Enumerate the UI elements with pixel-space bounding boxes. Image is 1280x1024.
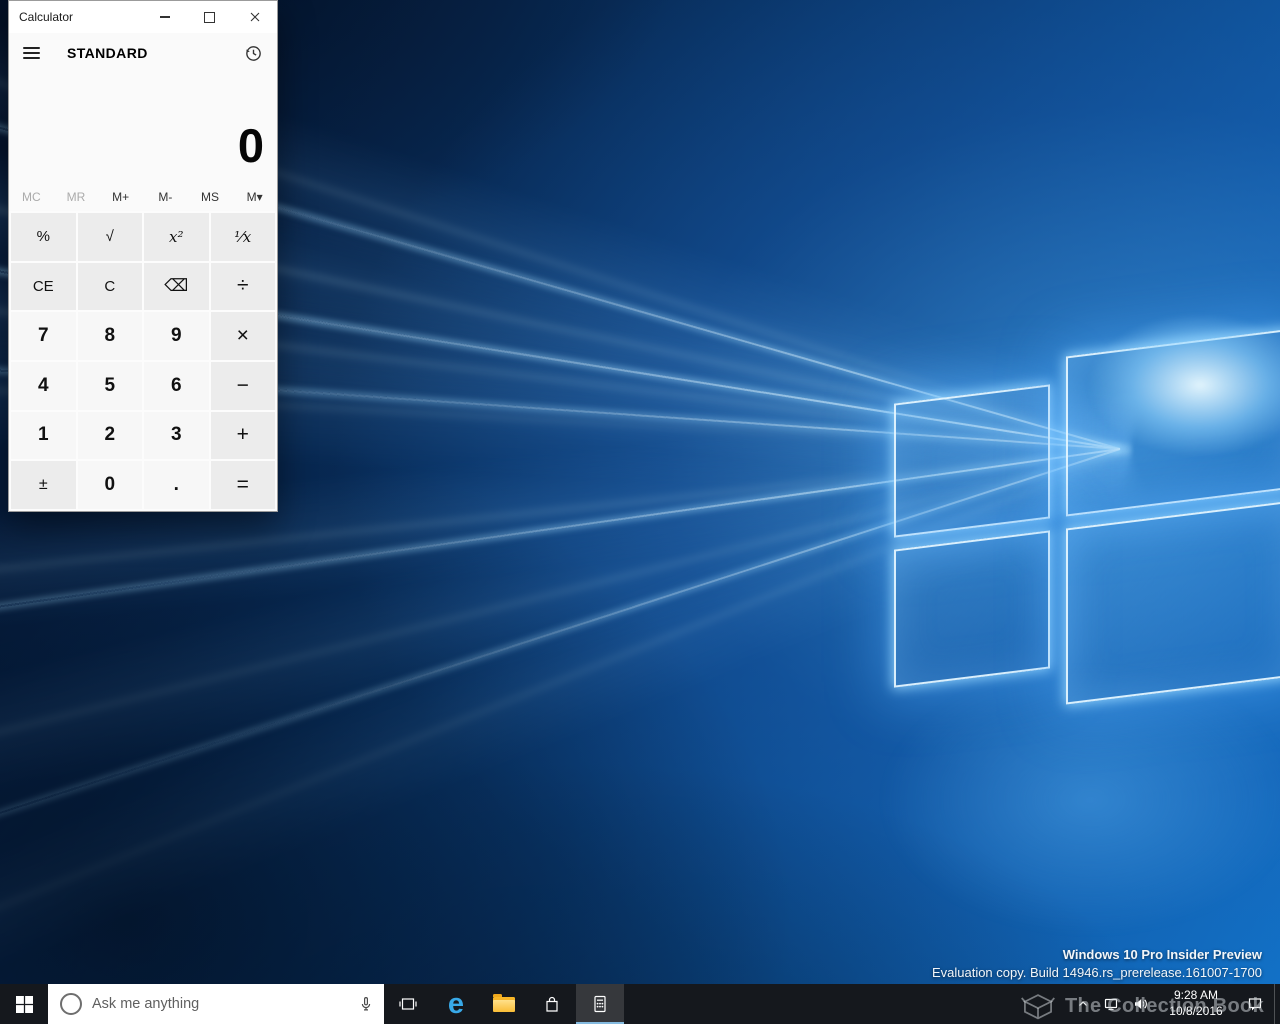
calculator-app-icon [590,994,610,1014]
edge-icon: e [448,990,464,1019]
menu-button[interactable] [23,47,40,59]
minimize-button[interactable] [142,1,187,33]
cortana-icon [60,993,82,1015]
percent-button[interactable]: % [11,213,76,261]
windows-watermark: Windows 10 Pro Insider Preview Evaluatio… [932,947,1262,980]
memory-recall-button[interactable]: MR [54,183,99,211]
multiply-button[interactable]: × [211,312,276,360]
clear-button[interactable]: C [78,263,143,311]
memory-flyout-button[interactable]: M▾ [232,183,277,211]
maximize-button[interactable] [187,1,232,33]
clock-date: 10/8/2016 [1156,1004,1236,1020]
memory-row: MC MR M+ M- MS M▾ [9,183,277,211]
taskbar-clock[interactable]: 9:28 AM 10/8/2016 [1156,984,1236,1024]
digit-3-button[interactable]: 3 [144,412,209,460]
show-desktop-button[interactable] [1274,984,1280,1024]
plus-button[interactable]: + [211,412,276,460]
digit-0-button[interactable]: 0 [78,461,143,509]
close-button[interactable] [232,1,277,33]
close-icon [250,12,260,22]
maximize-icon [204,12,215,23]
divide-button[interactable]: ÷ [211,263,276,311]
hamburger-icon [23,47,40,49]
search-placeholder: Ask me anything [92,996,348,1012]
taskbar-store-button[interactable] [528,984,576,1024]
minus-button[interactable]: − [211,362,276,410]
calculator-titlebar[interactable]: Calculator [9,1,277,33]
windows-start-icon [16,996,33,1013]
digit-2-button[interactable]: 2 [78,412,143,460]
microphone-icon[interactable] [358,996,374,1012]
memory-clear-button[interactable]: MC [9,183,54,211]
network-icon [1103,996,1119,1012]
watermark-line1: Windows 10 Pro Insider Preview [932,947,1262,962]
square-button[interactable]: x² [144,213,209,261]
reciprocal-button[interactable]: ¹⁄x [211,213,276,261]
action-center-button[interactable] [1236,984,1274,1024]
caption-buttons [142,1,277,33]
digit-5-button[interactable]: 5 [78,362,143,410]
digit-9-button[interactable]: 9 [144,312,209,360]
digit-4-button[interactable]: 4 [11,362,76,410]
memory-add-button[interactable]: M+ [98,183,143,211]
decimal-button[interactable]: . [144,461,209,509]
memory-subtract-button[interactable]: M- [143,183,188,211]
volume-icon [1133,996,1149,1012]
equals-button[interactable]: = [211,461,276,509]
calculator-navrow: STANDARD [9,33,277,73]
store-icon [542,994,562,1014]
screen: Windows 10 Pro Insider Preview Evaluatio… [0,0,1280,1024]
clear-entry-button[interactable]: CE [11,263,76,311]
plus-minus-button[interactable]: ± [11,461,76,509]
calculator-display: 0 [9,73,277,183]
taskbar-calculator-button[interactable] [576,984,624,1024]
taskbar: Ask me anything e [0,984,1280,1024]
chevron-up-icon [1077,998,1089,1010]
mode-label: STANDARD [67,45,148,61]
history-button[interactable] [244,44,263,63]
minimize-icon [160,16,170,17]
clock-time: 9:28 AM [1156,988,1236,1004]
backspace-button[interactable]: ⌫ [144,263,209,311]
digit-1-button[interactable]: 1 [11,412,76,460]
start-button[interactable] [0,984,48,1024]
search-box[interactable]: Ask me anything [48,984,384,1024]
tray-volume-button[interactable] [1126,984,1156,1024]
window-title: Calculator [9,10,142,24]
calculator-window: Calculator STANDARD [8,0,278,512]
tray-network-button[interactable] [1096,984,1126,1024]
digit-6-button[interactable]: 6 [144,362,209,410]
taskbar-file-explorer-button[interactable] [480,984,528,1024]
action-center-icon [1247,996,1263,1012]
memory-store-button[interactable]: MS [188,183,233,211]
system-tray: 9:28 AM 10/8/2016 [1070,984,1280,1024]
task-view-icon [398,994,418,1014]
digit-8-button[interactable]: 8 [78,312,143,360]
digit-7-button[interactable]: 7 [11,312,76,360]
history-icon [244,44,263,63]
file-explorer-icon [493,997,515,1012]
calculator-keypad: % √ x² ¹⁄x CE C ⌫ ÷ 7 8 9 × 4 5 6 − 1 2 … [9,211,277,511]
tray-show-hidden-icons-button[interactable] [1070,984,1096,1024]
watermark-line2: Evaluation copy. Build 14946.rs_prerelea… [932,965,1262,980]
task-view-button[interactable] [384,984,432,1024]
square-root-button[interactable]: √ [78,213,143,261]
taskbar-edge-button[interactable]: e [432,984,480,1024]
